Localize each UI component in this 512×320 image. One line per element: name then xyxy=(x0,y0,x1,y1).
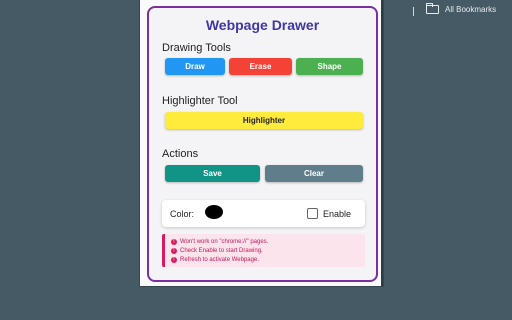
enable-label[interactable]: Enable xyxy=(323,209,351,219)
save-button[interactable]: Save xyxy=(165,165,260,182)
color-label: Color: xyxy=(170,209,195,219)
drawer-panel: Webpage Drawer Drawing Tools Draw Erase … xyxy=(147,6,378,282)
draw-button[interactable]: Draw xyxy=(165,58,225,75)
enable-checkbox[interactable] xyxy=(307,208,318,219)
all-bookmarks-button[interactable]: All Bookmarks xyxy=(426,3,497,14)
notice-item: ! Won't work on "chrome://" pages. xyxy=(171,237,365,246)
bookmarks-label: All Bookmarks xyxy=(445,5,497,14)
actions-heading: Actions xyxy=(162,148,199,160)
settings-row: Color: Enable xyxy=(162,200,365,227)
shape-button[interactable]: Shape xyxy=(296,58,363,75)
notice-text: Refresh to activate Webpage. xyxy=(180,256,259,263)
notice-item: ! Check Enable to start Drawing. xyxy=(171,246,365,255)
highlighter-button[interactable]: Highlighter xyxy=(165,112,363,129)
extension-popup: Webpage Drawer Drawing Tools Draw Erase … xyxy=(140,0,383,286)
warning-notice: ! Won't work on "chrome://" pages. ! Che… xyxy=(162,234,365,267)
alert-icon: ! xyxy=(171,256,177,263)
alert-icon: ! xyxy=(171,238,177,245)
notice-text: Check Enable to start Drawing. xyxy=(180,247,263,254)
drawing-tools-heading: Drawing Tools xyxy=(162,42,231,54)
notice-item: ! Refresh to activate Webpage. xyxy=(171,255,365,264)
folder-icon xyxy=(426,3,439,14)
clear-button[interactable]: Clear xyxy=(265,165,363,182)
alert-icon: ! xyxy=(171,247,177,254)
highlighter-tool-heading: Highlighter Tool xyxy=(162,95,238,107)
popup-title: Webpage Drawer xyxy=(205,17,320,33)
color-picker[interactable] xyxy=(205,205,223,219)
toolbar-divider xyxy=(413,7,414,16)
erase-button[interactable]: Erase xyxy=(229,58,292,75)
notice-text: Won't work on "chrome://" pages. xyxy=(180,238,269,245)
